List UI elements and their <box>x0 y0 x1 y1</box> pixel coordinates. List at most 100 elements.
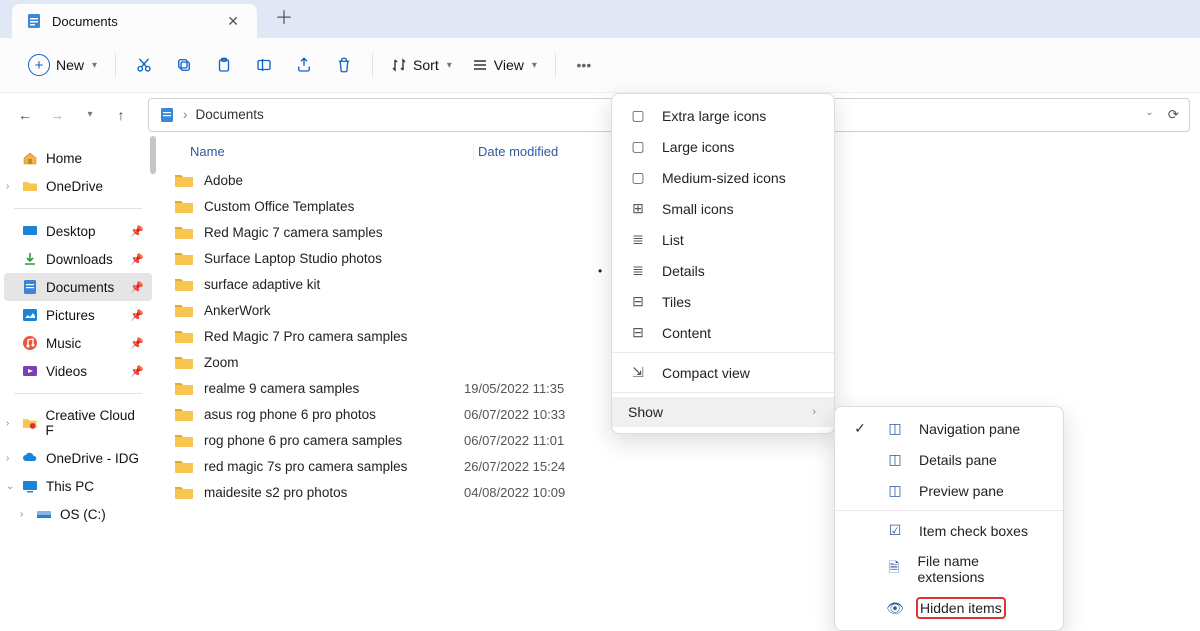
menu-show[interactable]: Show› <box>612 397 834 427</box>
menu-label: Content <box>662 325 711 341</box>
chevron-down-icon: ▾ <box>447 60 452 71</box>
folder-icon <box>174 172 194 188</box>
pin-icon: 📌 <box>130 365 144 378</box>
menu-view-option[interactable]: ⊟Content <box>612 317 834 348</box>
pin-icon: 📌 <box>130 281 144 294</box>
file-name: Zoom <box>204 355 239 370</box>
sidebar-item-downloads[interactable]: Downloads📌 <box>4 245 152 273</box>
sidebar-item-desktop[interactable]: Desktop📌 <box>4 217 152 245</box>
paste-button[interactable] <box>206 47 242 83</box>
sidebar: Home › OneDrive Desktop📌 Downloads📌 Docu… <box>0 136 156 621</box>
delete-button[interactable] <box>326 47 362 83</box>
menu-navigation-pane[interactable]: ✓◫Navigation pane <box>835 413 1063 444</box>
chevron-right-icon[interactable]: › <box>6 181 9 192</box>
rename-button[interactable] <box>246 47 282 83</box>
view-label: View <box>494 57 524 73</box>
new-label: New <box>56 57 84 73</box>
tab-close-icon[interactable]: ✕ <box>223 12 243 30</box>
new-button[interactable]: + New ▾ <box>20 47 105 83</box>
home-icon <box>22 150 38 166</box>
chevron-down-icon: ▾ <box>92 60 97 71</box>
menu-hidden-items[interactable]: 👁Hidden items <box>835 592 1063 624</box>
menu-details-pane[interactable]: ◫Details pane <box>835 444 1063 475</box>
menu-compact-view[interactable]: ⇲Compact view <box>612 357 834 388</box>
file-name: surface adaptive kit <box>204 277 320 292</box>
file-date: 04/08/2022 10:09 <box>464 485 644 500</box>
folder-icon <box>174 406 194 422</box>
file-date: 26/07/2022 15:24 <box>464 459 644 474</box>
folder-icon <box>174 458 194 474</box>
copy-button[interactable] <box>166 47 202 83</box>
menu-view-option[interactable]: ▢Large icons <box>612 131 834 162</box>
new-tab-button[interactable]: ＋ <box>275 4 293 30</box>
breadcrumb-current[interactable]: Documents <box>196 107 264 122</box>
view-button[interactable]: View ▾ <box>464 47 545 83</box>
file-name: AnkerWork <box>204 303 271 318</box>
file-list-area: Name Date modified Type Size AdobeFile f… <box>156 136 1200 621</box>
menu-view-option[interactable]: ⊟Tiles <box>612 286 834 317</box>
sidebar-item-onedrive-idg[interactable]: ›OneDrive - IDG <box>4 444 152 472</box>
menu-label: Medium-sized icons <box>662 170 786 186</box>
cloud-icon <box>22 450 38 466</box>
sidebar-item-home[interactable]: Home <box>4 144 152 172</box>
menu-view-option[interactable]: ≣List <box>612 224 834 255</box>
folder-icon <box>22 415 38 431</box>
sidebar-item-pictures[interactable]: Pictures📌 <box>4 301 152 329</box>
show-menu: ✓◫Navigation pane ◫Details pane ◫Preview… <box>834 406 1064 631</box>
recent-dropdown[interactable]: ▾ <box>74 100 104 130</box>
folder-icon <box>174 484 194 500</box>
chevron-down-icon[interactable]: ⌄ <box>1145 107 1153 123</box>
menu-label: List <box>662 232 684 248</box>
back-button[interactable]: ← <box>10 100 40 130</box>
folder-icon <box>174 224 194 240</box>
sort-label: Sort <box>413 57 439 73</box>
chevron-right-icon[interactable]: › <box>6 453 9 464</box>
forward-button[interactable]: → <box>42 100 72 130</box>
chevron-right-icon[interactable]: › <box>20 509 23 520</box>
chevron-down-icon: ▾ <box>532 60 537 71</box>
sidebar-item-music[interactable]: Music📌 <box>4 329 152 357</box>
menu-preview-pane[interactable]: ◫Preview pane <box>835 475 1063 506</box>
pictures-icon <box>22 307 38 323</box>
menu-view-option[interactable]: ▢Extra large icons <box>612 100 834 131</box>
cut-button[interactable] <box>126 47 162 83</box>
breadcrumb-sep: › <box>183 107 188 122</box>
refresh-icon[interactable]: ⟳ <box>1168 107 1179 123</box>
up-button[interactable]: ↑ <box>106 100 136 130</box>
menu-item-checkboxes[interactable]: ☑Item check boxes <box>835 515 1063 546</box>
menu-view-option[interactable]: ▢Medium-sized icons <box>612 162 834 193</box>
tab-title: Documents <box>52 14 213 29</box>
sidebar-item-this-pc[interactable]: ⌄This PC <box>4 472 152 500</box>
more-button[interactable]: ••• <box>566 47 602 83</box>
file-date: 06/07/2022 11:01 <box>464 433 644 448</box>
menu-file-extensions[interactable]: 🗎File name extensions <box>835 546 1063 592</box>
col-name[interactable]: Name <box>186 144 474 159</box>
drive-icon <box>36 506 52 522</box>
layout-icon: ▢ <box>628 138 648 155</box>
bullet-icon: • <box>598 264 602 278</box>
file-name: maidesite s2 pro photos <box>204 485 347 500</box>
sidebar-item-os-c[interactable]: ›OS (C:) <box>4 500 152 528</box>
file-name: Custom Office Templates <box>204 199 354 214</box>
sort-button[interactable]: Sort ▾ <box>383 47 460 83</box>
nav-bar: ← → ▾ ↑ › Documents ⌄ ⟳ <box>0 93 1200 136</box>
file-name: Surface Laptop Studio photos <box>204 251 382 266</box>
share-button[interactable] <box>286 47 322 83</box>
sidebar-item-videos[interactable]: Videos📌 <box>4 357 152 385</box>
file-name: realme 9 camera samples <box>204 381 359 396</box>
file-name: rog phone 6 pro camera samples <box>204 433 402 448</box>
folder-icon <box>174 432 194 448</box>
pin-icon: 📌 <box>130 337 144 350</box>
chevron-down-icon[interactable]: ⌄ <box>6 481 14 492</box>
folder-icon <box>174 328 194 344</box>
menu-view-option[interactable]: •≣Details <box>612 255 834 286</box>
sidebar-item-creative-cloud[interactable]: ›Creative Cloud F <box>4 402 152 444</box>
sidebar-item-onedrive[interactable]: › OneDrive <box>4 172 152 200</box>
sidebar-item-documents[interactable]: Documents📌 <box>4 273 152 301</box>
folder-icon <box>174 276 194 292</box>
menu-view-option[interactable]: ⊞Small icons <box>612 193 834 224</box>
chevron-right-icon[interactable]: › <box>6 418 9 429</box>
compact-icon: ⇲ <box>628 364 648 381</box>
folder-icon <box>174 354 194 370</box>
tab-documents[interactable]: Documents ✕ <box>12 4 257 38</box>
